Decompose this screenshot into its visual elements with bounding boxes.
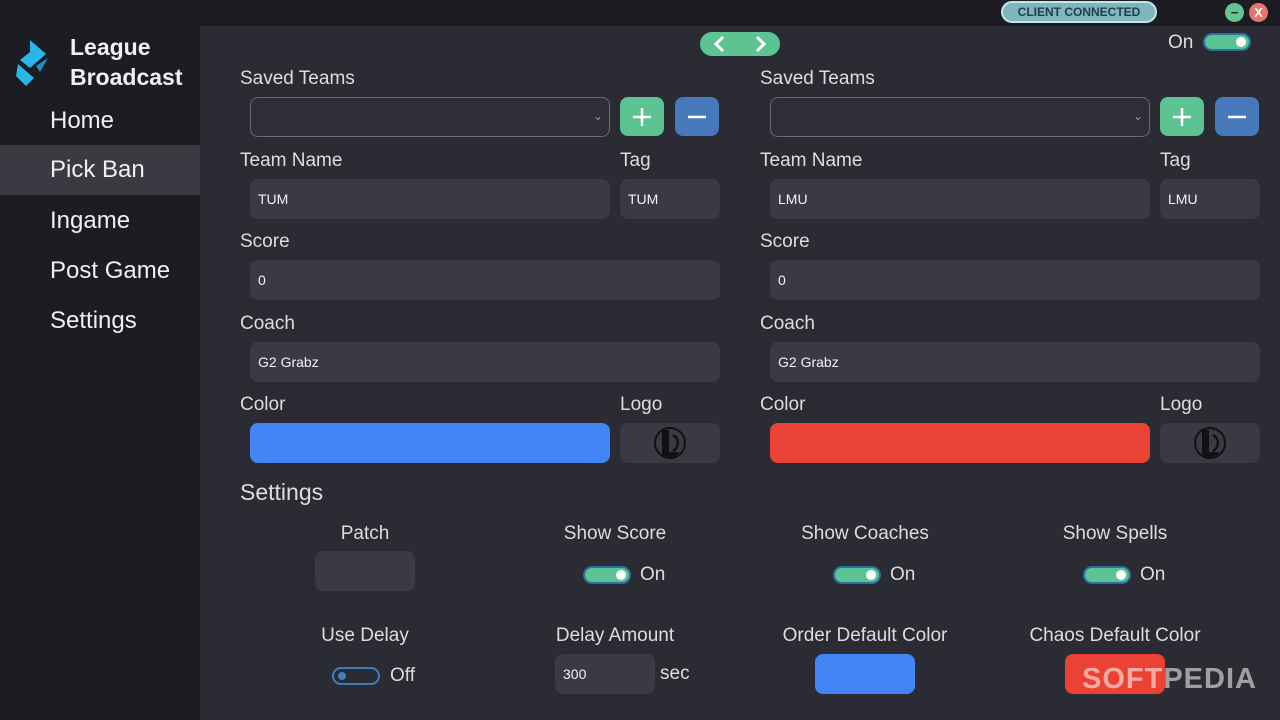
league-broadcast-logo-icon bbox=[16, 40, 48, 86]
show-coaches-label: Show Coaches bbox=[801, 523, 929, 544]
add-team-button-red[interactable] bbox=[1160, 97, 1204, 136]
delay-amount-label: Delay Amount bbox=[555, 625, 675, 646]
sidebar-item-home[interactable]: Home bbox=[0, 96, 200, 146]
coach-label-blue: Coach bbox=[240, 313, 295, 334]
use-delay-state: Off bbox=[390, 665, 415, 686]
logo-label-blue: Logo bbox=[620, 394, 663, 415]
score-label-blue: Score bbox=[240, 231, 290, 252]
coach-field-red[interactable]: G2 Grabz bbox=[770, 342, 1260, 382]
master-toggle[interactable] bbox=[1203, 33, 1251, 51]
order-default-color-label: Order Default Color bbox=[782, 625, 948, 646]
score-field-blue[interactable]: 0 bbox=[250, 260, 720, 300]
color-label-blue: Color bbox=[240, 394, 286, 415]
settings-heading: Settings bbox=[240, 479, 324, 505]
sidebar-item-pick-ban[interactable]: Pick Ban bbox=[0, 145, 200, 195]
minus-icon bbox=[688, 115, 706, 118]
chevron-right-icon[interactable] bbox=[751, 35, 769, 53]
chaos-default-color-label: Chaos Default Color bbox=[1029, 625, 1201, 646]
patch-field[interactable] bbox=[315, 551, 415, 591]
toggle-knob bbox=[616, 570, 626, 580]
order-default-color-swatch[interactable] bbox=[815, 654, 915, 694]
chevron-left-icon[interactable] bbox=[711, 35, 729, 53]
show-spells-toggle[interactable] bbox=[1083, 566, 1131, 584]
add-team-button-blue[interactable] bbox=[620, 97, 664, 136]
toggle-knob bbox=[1236, 37, 1246, 47]
side-swap-control[interactable] bbox=[700, 32, 780, 56]
show-score-toggle[interactable] bbox=[583, 566, 631, 584]
show-score-label: Show Score bbox=[563, 523, 667, 544]
app-brand: League Broadcast bbox=[70, 32, 182, 92]
chevron-down-icon: ⌄ bbox=[1132, 109, 1143, 123]
softpedia-watermark: SOFTPEDIA bbox=[1082, 663, 1257, 695]
show-coaches-toggle[interactable] bbox=[833, 566, 881, 584]
tag-label-blue: Tag bbox=[620, 150, 651, 171]
saved-teams-label-red: Saved Teams bbox=[760, 68, 875, 89]
team-color-swatch-blue[interactable] bbox=[250, 423, 610, 463]
plus-icon bbox=[633, 107, 651, 126]
logo-picker-red[interactable] bbox=[1160, 423, 1260, 463]
use-delay-toggle[interactable] bbox=[332, 667, 380, 685]
plus-icon bbox=[1173, 107, 1191, 126]
score-label-red: Score bbox=[760, 231, 810, 252]
color-label-red: Color bbox=[760, 394, 806, 415]
saved-teams-label-blue: Saved Teams bbox=[240, 68, 355, 89]
delay-unit-label: sec bbox=[660, 663, 690, 684]
sidebar-item-ingame[interactable]: Ingame bbox=[0, 196, 200, 246]
tag-label-red: Tag bbox=[1160, 150, 1191, 171]
brand-line-1: League bbox=[70, 34, 151, 60]
team-name-label-red: Team Name bbox=[760, 150, 863, 171]
logo-picker-blue[interactable] bbox=[620, 423, 720, 463]
show-coaches-state: On bbox=[890, 564, 916, 585]
client-status-badge: CLIENT CONNECTED bbox=[1001, 1, 1157, 23]
league-logo-icon bbox=[654, 427, 686, 459]
coach-field-blue[interactable]: G2 Grabz bbox=[250, 342, 720, 382]
minus-icon bbox=[1228, 115, 1246, 118]
show-spells-label: Show Spells bbox=[1062, 523, 1168, 544]
remove-team-button-blue[interactable] bbox=[675, 97, 719, 136]
league-logo-icon bbox=[1194, 427, 1226, 459]
use-delay-label: Use Delay bbox=[321, 625, 409, 646]
tag-field-blue[interactable]: TUM bbox=[620, 179, 720, 219]
logo-label-red: Logo bbox=[1160, 394, 1203, 415]
sidebar-item-settings[interactable]: Settings bbox=[0, 296, 200, 346]
remove-team-button-red[interactable] bbox=[1215, 97, 1259, 136]
toggle-knob bbox=[1116, 570, 1126, 580]
team-name-field-blue[interactable]: TUM bbox=[250, 179, 610, 219]
show-spells-state: On bbox=[1140, 564, 1166, 585]
close-button[interactable]: X bbox=[1249, 3, 1268, 22]
team-color-swatch-red[interactable] bbox=[770, 423, 1150, 463]
chevron-down-icon: ⌄ bbox=[592, 109, 603, 123]
sidebar: League Broadcast Home Pick Ban Ingame Po… bbox=[0, 26, 200, 720]
brand-line-2: Broadcast bbox=[70, 64, 183, 90]
team-name-field-red[interactable]: LMU bbox=[770, 179, 1150, 219]
saved-teams-select-red[interactable]: ⌄ bbox=[770, 97, 1150, 137]
coach-label-red: Coach bbox=[760, 313, 815, 334]
toggle-knob bbox=[866, 570, 876, 580]
show-score-state: On bbox=[640, 564, 666, 585]
minimize-button[interactable]: − bbox=[1225, 3, 1244, 22]
master-toggle-label: On bbox=[1168, 32, 1194, 53]
score-field-red[interactable]: 0 bbox=[770, 260, 1260, 300]
saved-teams-select-blue[interactable]: ⌄ bbox=[250, 97, 610, 137]
pick-ban-panel: On Saved Teams ⌄ Team Name Tag TUM TUM S… bbox=[200, 26, 1280, 720]
delay-amount-field[interactable]: 300 bbox=[555, 654, 655, 694]
tag-field-red[interactable]: LMU bbox=[1160, 179, 1260, 219]
team-name-label-blue: Team Name bbox=[240, 150, 343, 171]
toggle-knob bbox=[338, 672, 346, 680]
sidebar-item-post-game[interactable]: Post Game bbox=[0, 246, 200, 296]
patch-label: Patch bbox=[340, 523, 390, 544]
